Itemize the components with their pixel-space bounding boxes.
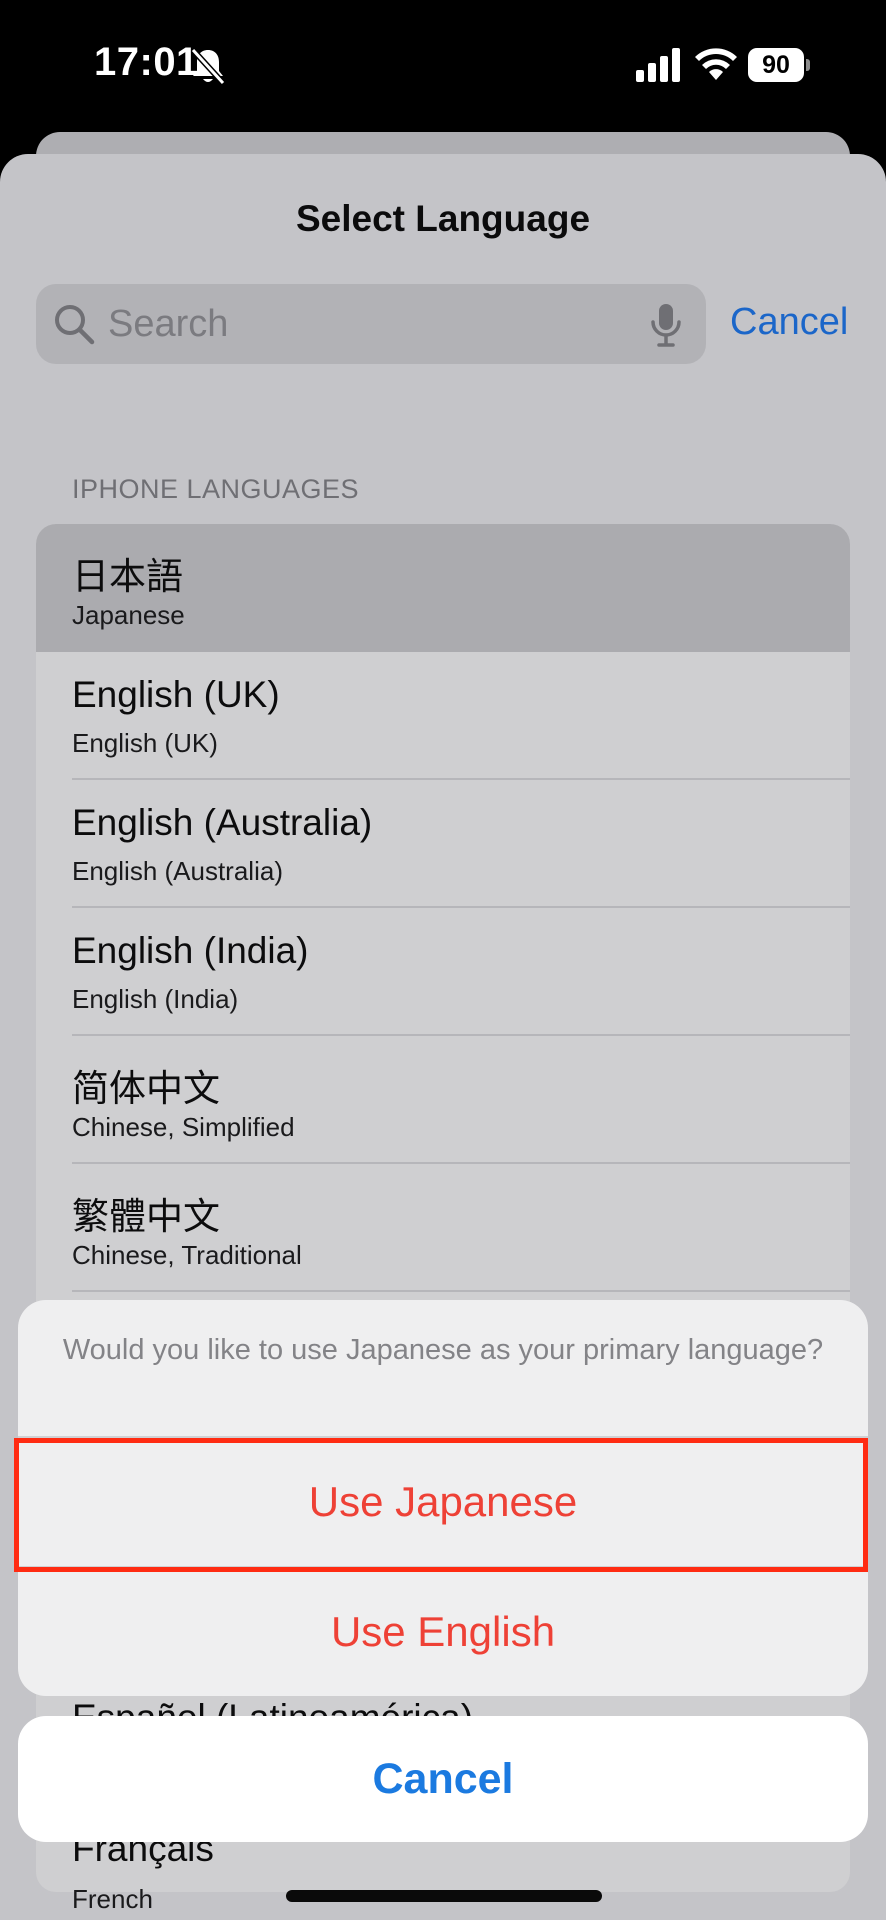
list-item[interactable]: 日本語 Japanese [36,524,850,652]
list-item[interactable]: English (Australia) English (Australia) [36,780,850,908]
list-item[interactable]: English (India) English (India) [36,908,850,1036]
cellular-signal-icon [636,48,680,82]
list-item[interactable]: 简体中文 Chinese, Simplified [36,1036,850,1164]
battery-icon: 90 [748,48,810,82]
use-english-button[interactable]: Use English [18,1568,868,1696]
sheet-title: Select Language [295,198,591,239]
language-subtitle: English (Australia) [72,856,283,886]
language-name: 日本語 [72,556,183,597]
list-item[interactable]: 繁體中文 Chinese, Traditional [36,1164,850,1292]
section-header: IPHONE LANGUAGES [72,474,360,504]
search-cancel-button[interactable]: Cancel [730,300,848,344]
battery-level: 90 [748,48,804,82]
language-subtitle: English (India) [72,984,239,1014]
battery-tip [806,59,810,71]
cancel-button[interactable]: Cancel [18,1716,868,1842]
cancel-group: Cancel [18,1716,868,1842]
home-indicator[interactable] [286,1890,602,1902]
language-name: English (UK) [72,674,280,715]
search-input[interactable]: Search [36,284,706,364]
language-name: English (Australia) [72,802,373,843]
status-time: 17:01 [94,40,199,84]
list-item[interactable]: English (UK) English (UK) [36,652,850,780]
language-name: English (India) [72,930,309,971]
language-subtitle: Japanese [72,600,185,630]
wifi-icon [695,48,737,80]
search-icon [55,305,95,345]
status-bar: 17:01 90 [0,0,886,130]
language-subtitle: English (UK) [72,728,218,758]
language-subtitle-french: French [72,1884,153,1914]
bell-off-icon [190,47,226,86]
action-message: Would you like to use Japanese as your p… [62,1334,824,1366]
language-name: 繁體中文 [72,1196,220,1237]
highlight-box [14,1438,868,1572]
language-name: 简体中文 [72,1068,220,1109]
microphone-icon[interactable] [648,302,684,348]
language-subtitle: Chinese, Simplified [72,1112,295,1142]
search-placeholder: Search [108,303,229,345]
language-subtitle: Chinese, Traditional [72,1240,302,1270]
